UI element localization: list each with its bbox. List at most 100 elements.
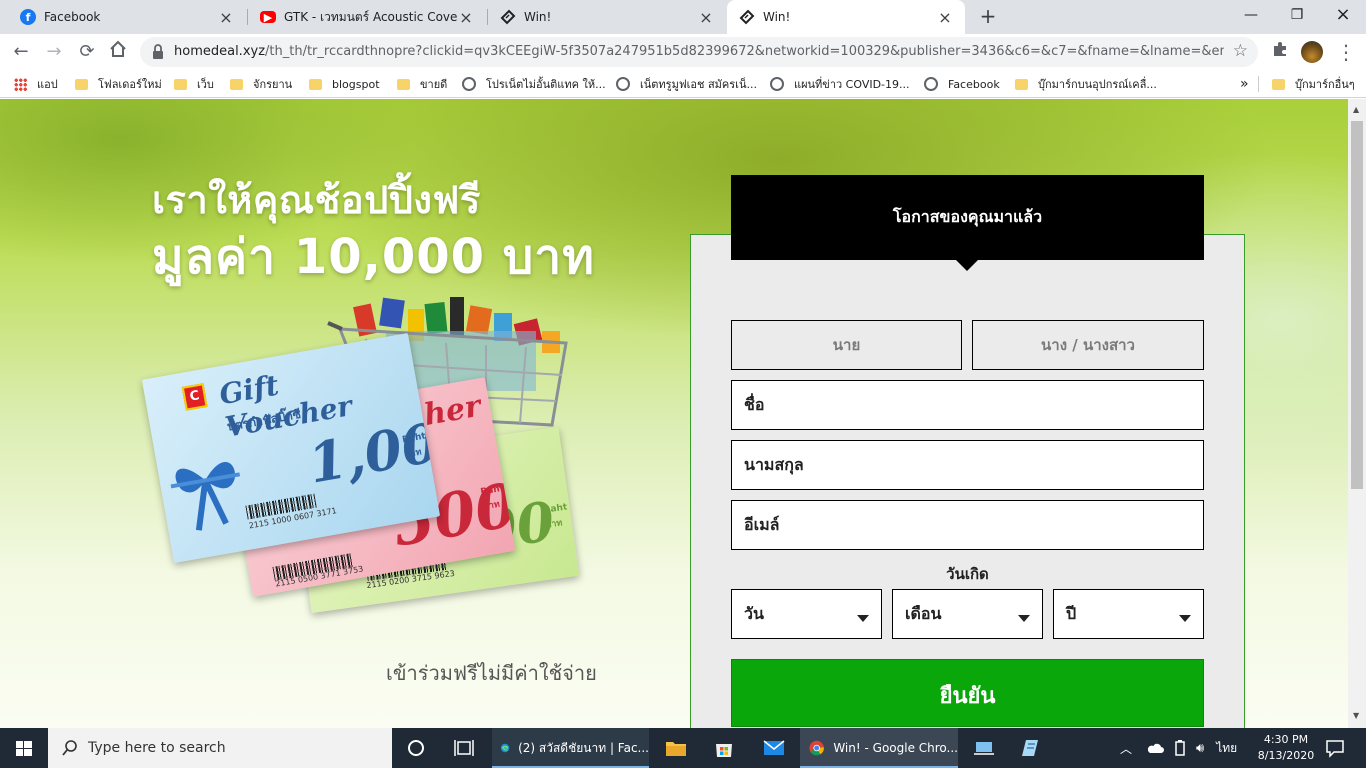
- folder-icon: [1272, 78, 1285, 90]
- tab-title: Win!: [524, 10, 552, 24]
- registration-form-area: โอกาสของคุณมาแล้ว นาย นาง / นางสาว ชื่อ …: [0, 99, 1348, 728]
- folder-icon: [230, 78, 243, 90]
- bookmark-folder-other[interactable]: บุ๊กมาร์กอื่นๆ: [1272, 70, 1355, 98]
- bookmark-star-icon[interactable]: ☆: [1233, 41, 1248, 61]
- tab-facebook[interactable]: f Facebook ×: [8, 0, 246, 34]
- clock-date: 8/13/2020: [1257, 749, 1315, 762]
- first-name-field[interactable]: ชื่อ: [731, 380, 1204, 430]
- close-window-button[interactable]: ×: [1320, 0, 1366, 32]
- puzzle-icon: [1274, 42, 1286, 56]
- taskbar-app-label: Win! - Google Chro...: [833, 741, 958, 755]
- bookmark-folder[interactable]: จักรยาน: [230, 70, 292, 98]
- bookmark-link[interactable]: Facebook: [924, 70, 1000, 98]
- bookmark-label: แผนที่ข่าว COVID-19...: [794, 78, 910, 91]
- bookmark-folder[interactable]: ขายดี: [397, 70, 447, 98]
- store-icon[interactable]: [712, 736, 736, 760]
- address-bar[interactable]: homedeal.xyz/th_th/tr_rccardthnopre?clic…: [140, 37, 1258, 67]
- edge-icon: [500, 743, 510, 753]
- birth-day-select[interactable]: วัน: [731, 589, 882, 639]
- scroll-down-icon[interactable]: ▼: [1353, 711, 1359, 720]
- close-icon[interactable]: ×: [937, 8, 953, 27]
- form-header: โอกาสของคุณมาแล้ว: [731, 175, 1204, 260]
- bookmark-folder[interactable]: เว็บ: [174, 70, 214, 98]
- restore-button[interactable]: ❐: [1274, 0, 1320, 32]
- mail-icon[interactable]: [762, 736, 786, 760]
- close-icon[interactable]: ×: [698, 8, 714, 27]
- home-button[interactable]: [106, 40, 130, 64]
- birth-month-select[interactable]: เดือน: [892, 589, 1043, 639]
- onedrive-cloud-icon[interactable]: [1146, 741, 1165, 755]
- taskbar-app-chrome[interactable]: Win! - Google Chro...: [800, 728, 958, 768]
- birthdate-label: วันเกิด: [946, 565, 989, 583]
- start-button[interactable]: [0, 728, 48, 768]
- last-name-placeholder: นามสกุล: [744, 454, 804, 474]
- bookmark-label: แอป: [37, 78, 58, 91]
- birth-year-value: ปี: [1066, 603, 1077, 623]
- salutation-mr-label: นาย: [832, 336, 861, 354]
- bookmark-folder[interactable]: บุ๊กมาร์กบนอุปกรณ์เคลื่...: [1015, 70, 1157, 98]
- submit-button[interactable]: ยืนยัน: [731, 659, 1204, 727]
- tab-youtube[interactable]: ▶ GTK - เวทมนตร์ Acoustic Cover By ×: [248, 0, 486, 34]
- globe-icon: [462, 77, 476, 91]
- birth-year-select[interactable]: ปี: [1053, 589, 1204, 639]
- bookmark-link[interactable]: แผนที่ข่าว COVID-19...: [770, 70, 910, 98]
- bookmark-folder[interactable]: โฟลเดอร์ใหม่: [75, 70, 162, 98]
- forward-button[interactable]: →: [42, 40, 66, 64]
- bookmark-link[interactable]: เน็ตทรูมูฟเอช สมัครเน็...: [616, 70, 757, 98]
- computer-icon[interactable]: [972, 736, 996, 760]
- ticket-icon: [500, 9, 516, 25]
- close-icon[interactable]: ×: [218, 8, 234, 27]
- taskbar-clock[interactable]: 4:30 PM 8/13/2020: [1256, 732, 1316, 764]
- back-button[interactable]: ←: [9, 40, 33, 64]
- birth-day-value: วัน: [744, 603, 764, 623]
- profile-avatar[interactable]: [1301, 41, 1323, 63]
- search-placeholder: Type here to search: [88, 740, 226, 756]
- tab-title: GTK - เวทมนตร์ Acoustic Cover By: [284, 9, 458, 24]
- clock-time: 4:30 PM: [1263, 733, 1309, 746]
- scroll-up-icon[interactable]: ▲: [1353, 105, 1359, 114]
- task-view-icon[interactable]: [452, 736, 476, 760]
- salutation-mr-button[interactable]: นาย: [731, 320, 962, 370]
- language-indicator[interactable]: ไทย: [1216, 739, 1237, 758]
- extensions-button[interactable]: [1268, 40, 1292, 64]
- apps-grid-icon: [14, 77, 27, 91]
- salutation-mrs-button[interactable]: นาง / นางสาว: [972, 320, 1204, 370]
- bookmark-label: เว็บ: [197, 78, 214, 91]
- new-tab-button[interactable]: +: [976, 4, 1000, 28]
- page-scrollbar[interactable]: ▲ ▼: [1348, 99, 1366, 728]
- last-name-field[interactable]: นามสกุล: [731, 440, 1204, 490]
- browser-toolbar: ← → ⟳ homedeal.xyz/th_th/tr_rccardthnopr…: [0, 34, 1366, 70]
- folder-icon: [75, 78, 88, 90]
- reload-button[interactable]: ⟳: [75, 40, 99, 64]
- bookmark-label: blogspot: [332, 77, 380, 91]
- windows-taskbar: Type here to search (2) สวัสดีชัยนาท | F…: [0, 728, 1366, 768]
- menu-button[interactable]: ⋮: [1334, 40, 1358, 64]
- bookmark-link[interactable]: โปรเน็ตไม่อั้นติแทค ให้...: [462, 70, 606, 98]
- file-explorer-icon[interactable]: [664, 736, 688, 760]
- email-placeholder: อีเมล์: [744, 514, 780, 534]
- battery-icon[interactable]: [1172, 740, 1188, 756]
- globe-icon: [924, 77, 938, 91]
- facebook-icon: f: [20, 9, 36, 25]
- globe-icon: [770, 77, 784, 91]
- ticket-icon: [739, 9, 755, 25]
- taskbar-app-edge[interactable]: (2) สวัสดีชัยนาท | Fac...: [492, 728, 649, 768]
- cortana-icon[interactable]: [404, 736, 428, 760]
- minimize-button[interactable]: —: [1228, 0, 1274, 32]
- tab-win[interactable]: Win! ×: [488, 0, 726, 34]
- bookmark-apps[interactable]: แอป: [14, 70, 58, 98]
- bookmarks-overflow-button[interactable]: »: [1240, 70, 1249, 98]
- bookmark-label: Facebook: [948, 77, 1000, 91]
- notification-icon[interactable]: [1323, 736, 1347, 760]
- bookmark-folder[interactable]: blogspot: [309, 70, 380, 98]
- close-icon[interactable]: ×: [458, 8, 474, 27]
- notepad-icon[interactable]: [1020, 736, 1044, 760]
- tab-win-active[interactable]: Win! ×: [727, 0, 965, 34]
- chevron-up-icon[interactable]: ︿: [1120, 740, 1132, 757]
- chevron-down-icon: [1018, 615, 1030, 622]
- first-name-placeholder: ชื่อ: [744, 394, 765, 414]
- taskbar-search-box[interactable]: Type here to search: [48, 728, 392, 768]
- volume-icon[interactable]: 🔊︎: [1196, 741, 1204, 756]
- email-field[interactable]: อีเมล์: [731, 500, 1204, 550]
- scrollbar-thumb[interactable]: [1351, 121, 1363, 489]
